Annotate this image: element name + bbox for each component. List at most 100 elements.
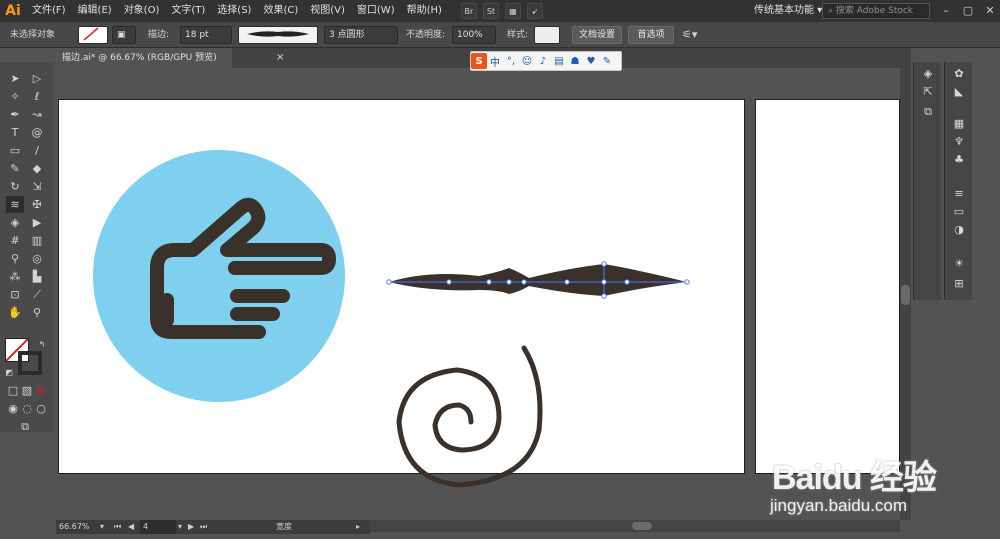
magic-wand-tool-icon[interactable]: ✧ (6, 88, 24, 105)
symbols-icon[interactable]: ♣ (950, 152, 968, 168)
document-tab[interactable]: 描边.ai* @ 66.67% (RGB/GPU 预览) (56, 48, 232, 68)
blue-circle[interactable] (93, 150, 345, 402)
stroke-color-box[interactable] (18, 351, 42, 375)
document-settings-button[interactable]: 文档设置 (572, 26, 622, 44)
variable-width-profile[interactable] (238, 26, 318, 44)
status-menu-icon[interactable]: ▸ (356, 520, 360, 534)
ime-language[interactable]: 中 (487, 53, 503, 69)
anchor-point[interactable] (684, 279, 690, 285)
spiral-shape[interactable] (396, 345, 543, 488)
toolbox-icon[interactable]: ☗ (567, 53, 583, 69)
opacity-input[interactable]: 100% (452, 26, 496, 44)
paintbrush-tool-icon[interactable]: / (28, 142, 46, 159)
lasso-tool-icon[interactable]: ℓ (28, 88, 46, 105)
gpu-performance-icon[interactable]: ➹ (526, 3, 543, 19)
vertical-scroll-thumb[interactable] (901, 285, 910, 305)
anchor-point[interactable] (506, 279, 512, 285)
menu-type[interactable]: 文字(T) (165, 0, 211, 22)
artboard[interactable] (58, 99, 745, 488)
width-tool-icon[interactable]: ≋ (6, 196, 24, 213)
last-artboard-icon[interactable]: ⏭ (200, 520, 207, 534)
menu-object[interactable]: 对象(O) (118, 0, 166, 22)
menu-file[interactable]: 文件(F) (26, 0, 72, 22)
zoom-tool-icon[interactable]: ⚲ (28, 304, 46, 321)
emoji-icon[interactable]: ☺ (519, 53, 535, 69)
anchor-point[interactable] (521, 279, 527, 285)
blend-tool-icon[interactable]: ◎ (28, 250, 46, 267)
align-icon[interactable]: ⚟▾ (682, 26, 697, 44)
color-guide-icon[interactable]: ◣ (950, 84, 968, 100)
menu-view[interactable]: 视图(V) (304, 0, 351, 22)
artboards-icon[interactable]: ⧉ (919, 104, 937, 120)
curvature-tool-icon[interactable]: ↝ (28, 106, 46, 123)
voice-icon[interactable]: ♪ (535, 53, 551, 69)
stock-search-input[interactable]: ⌕ 搜索 Adobe Stock (822, 3, 930, 19)
direct-selection-tool-icon[interactable]: ▷ (28, 70, 46, 87)
menu-window[interactable]: 窗口(W) (351, 0, 401, 22)
preferences-button[interactable]: 首选项 (628, 26, 674, 44)
stock-button[interactable]: St (482, 3, 499, 19)
skin-icon[interactable]: ♥ (583, 53, 599, 69)
next-artboard-icon[interactable]: ▶ (188, 520, 194, 534)
scale-tool-icon[interactable]: ⇲ (28, 178, 46, 195)
screen-mode-icon[interactable]: ⧉ (16, 418, 34, 435)
artboard-tool-icon[interactable]: ⊡ (6, 286, 24, 303)
eyedropper-tool-icon[interactable]: ⚲ (6, 250, 24, 267)
fill-swatch[interactable] (78, 26, 108, 44)
anchor-point[interactable] (486, 279, 492, 285)
maximize-icon[interactable]: ▢ (960, 3, 976, 19)
close-window-icon[interactable]: ✕ (982, 3, 998, 19)
brush-definition[interactable]: 3 点圆形 (324, 26, 398, 44)
horizontal-scroll-thumb[interactable] (632, 522, 652, 530)
gradient-tool-icon[interactable]: ▥ (28, 232, 46, 249)
anchor-point[interactable] (564, 279, 570, 285)
draw-inside-icon[interactable]: ○ (32, 400, 50, 417)
default-colors-icon[interactable]: ◩ (0, 364, 18, 381)
pen-tool-icon[interactable]: ✒ (6, 106, 24, 123)
layers-icon[interactable]: ◈ (919, 66, 937, 82)
workspace-switcher[interactable]: 传统基本功能 ▾ (754, 3, 822, 19)
width-handle[interactable] (601, 293, 607, 299)
gradient-panel-icon[interactable]: ▭ (950, 204, 968, 220)
appearance-icon[interactable]: ☀ (950, 256, 968, 272)
transparency-icon[interactable]: ◑ (950, 222, 968, 238)
menu-edit[interactable]: 编辑(E) (72, 0, 118, 22)
settings-wrench-icon[interactable]: ✎ (599, 53, 615, 69)
anchor-point[interactable] (624, 279, 630, 285)
bridge-button[interactable]: Br (460, 3, 477, 19)
rectangle-tool-icon[interactable]: ▭ (6, 142, 24, 159)
menu-help[interactable]: 帮助(H) (401, 0, 448, 22)
arrange-documents-icon[interactable]: ▦ (504, 3, 521, 19)
shaper-tool-icon[interactable]: ✎ (6, 160, 24, 177)
puppet-warp-tool-icon[interactable]: ✠ (28, 196, 46, 213)
previous-artboard-icon[interactable]: ◀ (128, 520, 134, 534)
stroke-swatch[interactable]: ▣ (112, 26, 136, 44)
swap-colors-icon[interactable]: ↰ (33, 336, 51, 353)
artboard-number[interactable]: 4 (140, 520, 176, 534)
perspective-grid-tool-icon[interactable]: ▶ (28, 214, 46, 231)
graphic-styles-icon[interactable]: ⊞ (950, 276, 968, 292)
chevron-down-icon[interactable]: ▾ (178, 520, 182, 534)
anchor-point[interactable] (601, 279, 607, 285)
width-stroke-shape[interactable] (389, 264, 687, 296)
eraser-tool-icon[interactable]: ◆ (28, 160, 46, 177)
spiral-tool-icon[interactable]: @ (28, 124, 46, 141)
color-icon[interactable]: ✿ (950, 66, 968, 82)
mesh-tool-icon[interactable]: # (6, 232, 24, 249)
graph-tool-icon[interactable]: ▙ (28, 268, 46, 285)
type-tool-icon[interactable]: T (6, 124, 24, 141)
brushes-icon[interactable]: ♆ (950, 134, 968, 150)
punctuation-icon[interactable]: °, (503, 53, 519, 69)
width-handle[interactable] (601, 261, 607, 267)
menu-effect[interactable]: 效果(C) (257, 0, 304, 22)
symbol-sprayer-tool-icon[interactable]: ⁂ (6, 268, 24, 285)
keyboard-icon[interactable]: ▤ (551, 53, 567, 69)
selection-tool-icon[interactable]: ➤ (6, 70, 24, 87)
menu-select[interactable]: 选择(S) (211, 0, 257, 22)
hand-tool-icon[interactable]: ✋ (6, 304, 24, 321)
rotate-tool-icon[interactable]: ↻ (6, 178, 24, 195)
anchor-point[interactable] (446, 279, 452, 285)
artboard-2[interactable] (755, 99, 900, 474)
first-artboard-icon[interactable]: ⏮ (114, 520, 121, 534)
shape-builder-tool-icon[interactable]: ◈ (6, 214, 24, 231)
